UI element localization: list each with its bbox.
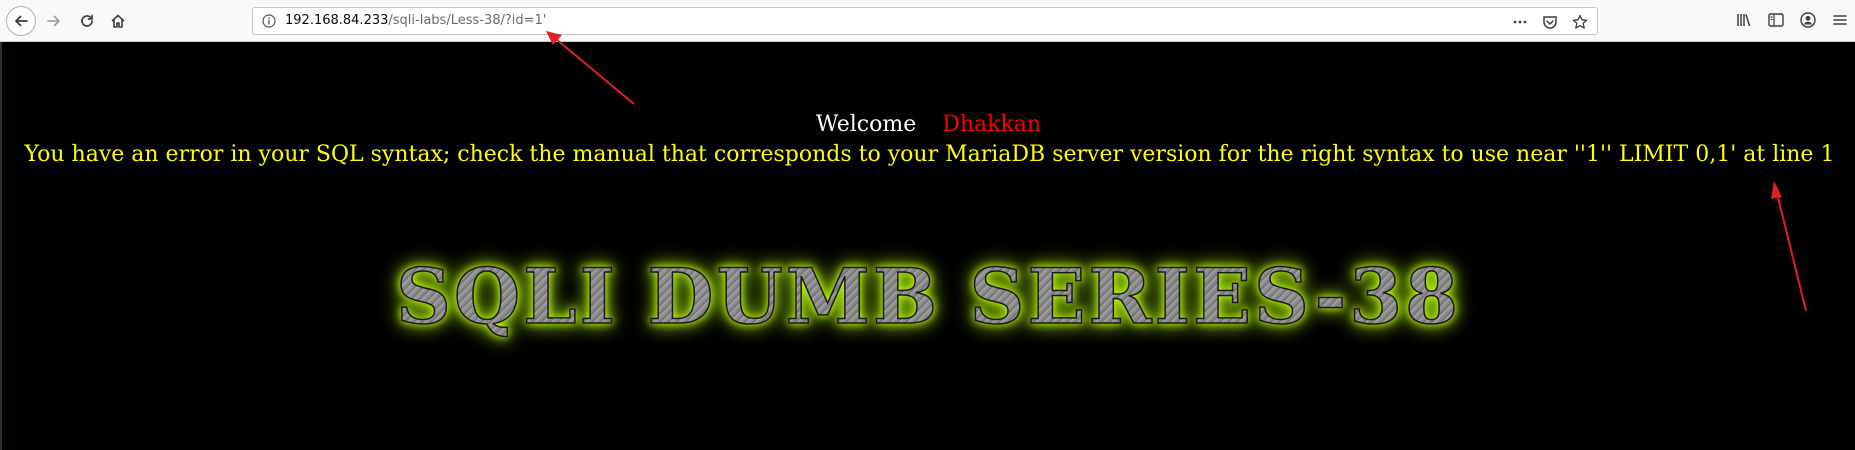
- page-content: Welcome Dhakkan You have an error in your…: [0, 42, 1855, 450]
- home-icon: [111, 14, 125, 28]
- logo-text: SQLI DUMB SERIES-38: [395, 251, 1461, 342]
- sidebar-icon[interactable]: [1767, 11, 1785, 29]
- home-button[interactable]: [104, 7, 132, 35]
- pocket-icon[interactable]: [1541, 13, 1559, 31]
- more-dots-icon[interactable]: [1511, 13, 1529, 31]
- back-button[interactable]: [6, 6, 36, 36]
- browser-toolbar: 192.168.84.233/sqli-labs/Less-38/?id=1': [0, 0, 1855, 42]
- reload-button[interactable]: [73, 7, 101, 35]
- forward-arrow-icon: [47, 15, 60, 27]
- account-icon[interactable]: [1799, 11, 1817, 29]
- url-bar[interactable]: 192.168.84.233/sqli-labs/Less-38/?id=1': [252, 7, 1598, 35]
- logo-banner: SQLI DUMB SERIES-38: [2, 251, 1855, 342]
- url-host: 192.168.84.233: [285, 13, 389, 28]
- reload-icon: [81, 14, 93, 27]
- url-bar-actions: [1511, 12, 1589, 32]
- sql-error-message: You have an error in your SQL syntax; ch…: [24, 142, 1835, 167]
- hamburger-menu-icon[interactable]: [1831, 11, 1849, 29]
- url-path: /sqli-labs/Less-38/?id=1': [388, 13, 547, 28]
- forward-button[interactable]: [40, 7, 68, 35]
- url-text[interactable]: 192.168.84.233/sqli-labs/Less-38/?id=1': [285, 13, 546, 28]
- info-icon[interactable]: [262, 14, 276, 28]
- welcome-line: Welcome Dhakkan: [2, 112, 1855, 137]
- welcome-username: Dhakkan: [942, 112, 1042, 137]
- back-arrow-icon: [15, 15, 28, 27]
- toolbar-right-actions: [1735, 11, 1849, 29]
- star-icon[interactable]: [1571, 13, 1589, 31]
- library-icon[interactable]: [1735, 11, 1753, 29]
- welcome-text: Welcome: [815, 112, 917, 137]
